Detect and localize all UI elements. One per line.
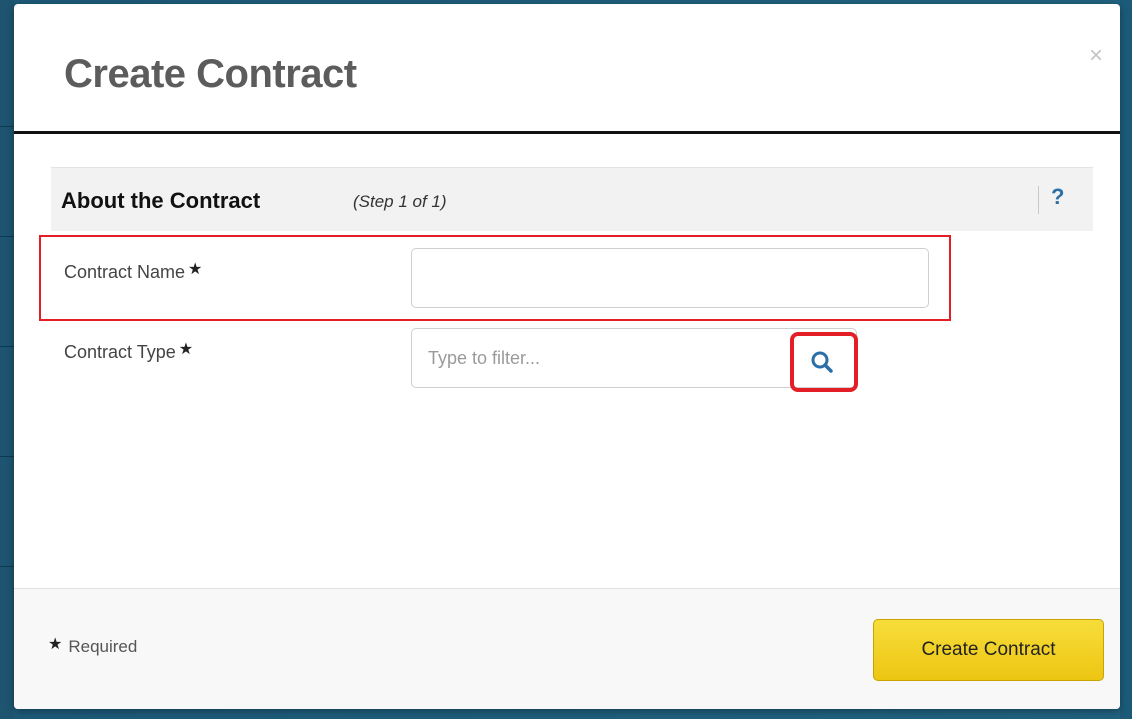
backdrop-right-edge [1120, 0, 1132, 719]
create-contract-dialog: Create Contract × About the Contract (St… [14, 4, 1120, 709]
backdrop-divider [0, 456, 14, 457]
dialog-header: Create Contract × [14, 4, 1120, 134]
contract-type-input[interactable] [413, 330, 783, 386]
create-contract-button[interactable]: Create Contract [873, 619, 1104, 681]
backdrop-left-edge [0, 0, 14, 719]
required-legend-text: Required [68, 637, 138, 656]
section-header: About the Contract (Step 1 of 1) ? [51, 167, 1093, 231]
search-icon[interactable] [804, 344, 840, 380]
star-icon: ★ [178, 341, 194, 358]
help-divider [1038, 186, 1039, 214]
required-legend: ★ Required [48, 636, 138, 657]
dialog-title: Create Contract [64, 52, 357, 96]
search-icon-glyph [811, 351, 833, 373]
star-icon: ★ [188, 261, 203, 278]
backdrop-divider [0, 346, 14, 347]
contract-name-input[interactable] [411, 248, 929, 308]
section-title: About the Contract [61, 188, 261, 213]
section-step-indicator: (Step 1 of 1) [353, 192, 447, 211]
backdrop-divider [0, 566, 14, 567]
contract-type-label-text: Contract Type [64, 342, 176, 362]
backdrop-divider [0, 236, 14, 237]
contract-name-label-text: Contract Name [64, 262, 186, 282]
dialog-footer: ★ Required Create Contract [14, 588, 1120, 709]
close-icon[interactable]: × [1084, 44, 1108, 68]
help-icon[interactable]: ? [1051, 184, 1064, 210]
star-icon: ★ [48, 636, 63, 653]
contract-name-label: Contract Name ★ [64, 261, 203, 283]
backdrop-divider [0, 126, 14, 127]
contract-type-label: Contract Type ★ [64, 341, 194, 363]
